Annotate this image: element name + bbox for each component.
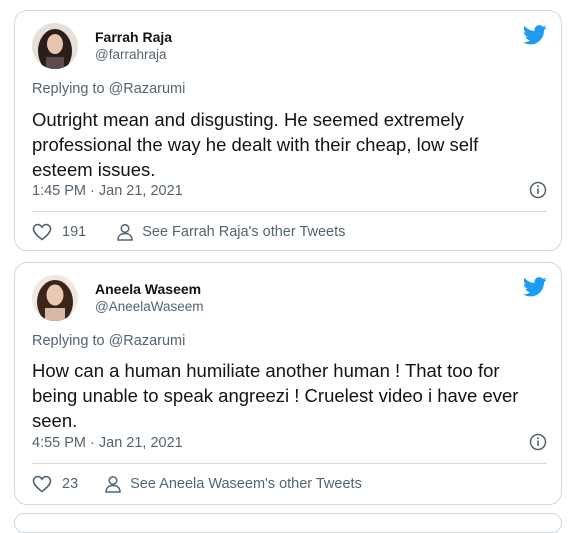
embedded-tweet-partial — [14, 513, 562, 533]
like-button[interactable]: 23 — [32, 475, 78, 493]
author-handle[interactable]: @AneelaWaseem — [95, 299, 204, 314]
twitter-bird-icon[interactable] — [522, 277, 547, 297]
like-button[interactable]: 191 — [32, 223, 86, 241]
tweet-actions: 23 See Aneela Waseem's other Tweets — [32, 475, 362, 493]
see-other-tweets-label: See Farrah Raja's other Tweets — [142, 224, 346, 240]
tweet-timestamp[interactable]: 1:45 PM · Jan 21, 2021 — [32, 183, 183, 199]
person-icon — [117, 223, 133, 241]
like-count: 23 — [62, 476, 79, 492]
embedded-tweet: Aneela Waseem @AneelaWaseem Replying to … — [14, 262, 562, 505]
see-other-tweets-link[interactable]: See Aneela Waseem's other Tweets — [104, 475, 362, 493]
author-name[interactable]: Farrah Raja — [95, 29, 172, 45]
tweet-text: How can a human humiliate another human … — [32, 360, 519, 431]
divider — [32, 211, 547, 212]
replying-to[interactable]: Replying to @Razarumi — [32, 333, 185, 349]
like-count: 191 — [62, 224, 87, 240]
see-other-tweets-label: See Aneela Waseem's other Tweets — [130, 476, 362, 492]
heart-icon — [32, 475, 52, 493]
avatar[interactable] — [32, 275, 78, 321]
author-handle[interactable]: @farrahraja — [95, 47, 166, 62]
info-icon[interactable] — [529, 181, 547, 199]
embedded-tweet: Farrah Raja @farrahraja Replying to @Raz… — [14, 10, 562, 251]
tweet-actions: 191 See Farrah Raja's other Tweets — [32, 223, 345, 241]
replying-to[interactable]: Replying to @Razarumi — [32, 81, 185, 97]
author-name[interactable]: Aneela Waseem — [95, 281, 201, 297]
person-icon — [105, 475, 121, 493]
tweet-text: Outright mean and disgusting. He seemed … — [32, 109, 479, 180]
tweet-timestamp[interactable]: 4:55 PM · Jan 21, 2021 — [32, 435, 183, 451]
avatar[interactable] — [32, 23, 78, 69]
info-icon[interactable] — [529, 433, 547, 451]
see-other-tweets-link[interactable]: See Farrah Raja's other Tweets — [116, 223, 345, 241]
heart-icon — [32, 223, 52, 241]
twitter-bird-icon[interactable] — [522, 25, 547, 45]
divider — [32, 463, 547, 464]
